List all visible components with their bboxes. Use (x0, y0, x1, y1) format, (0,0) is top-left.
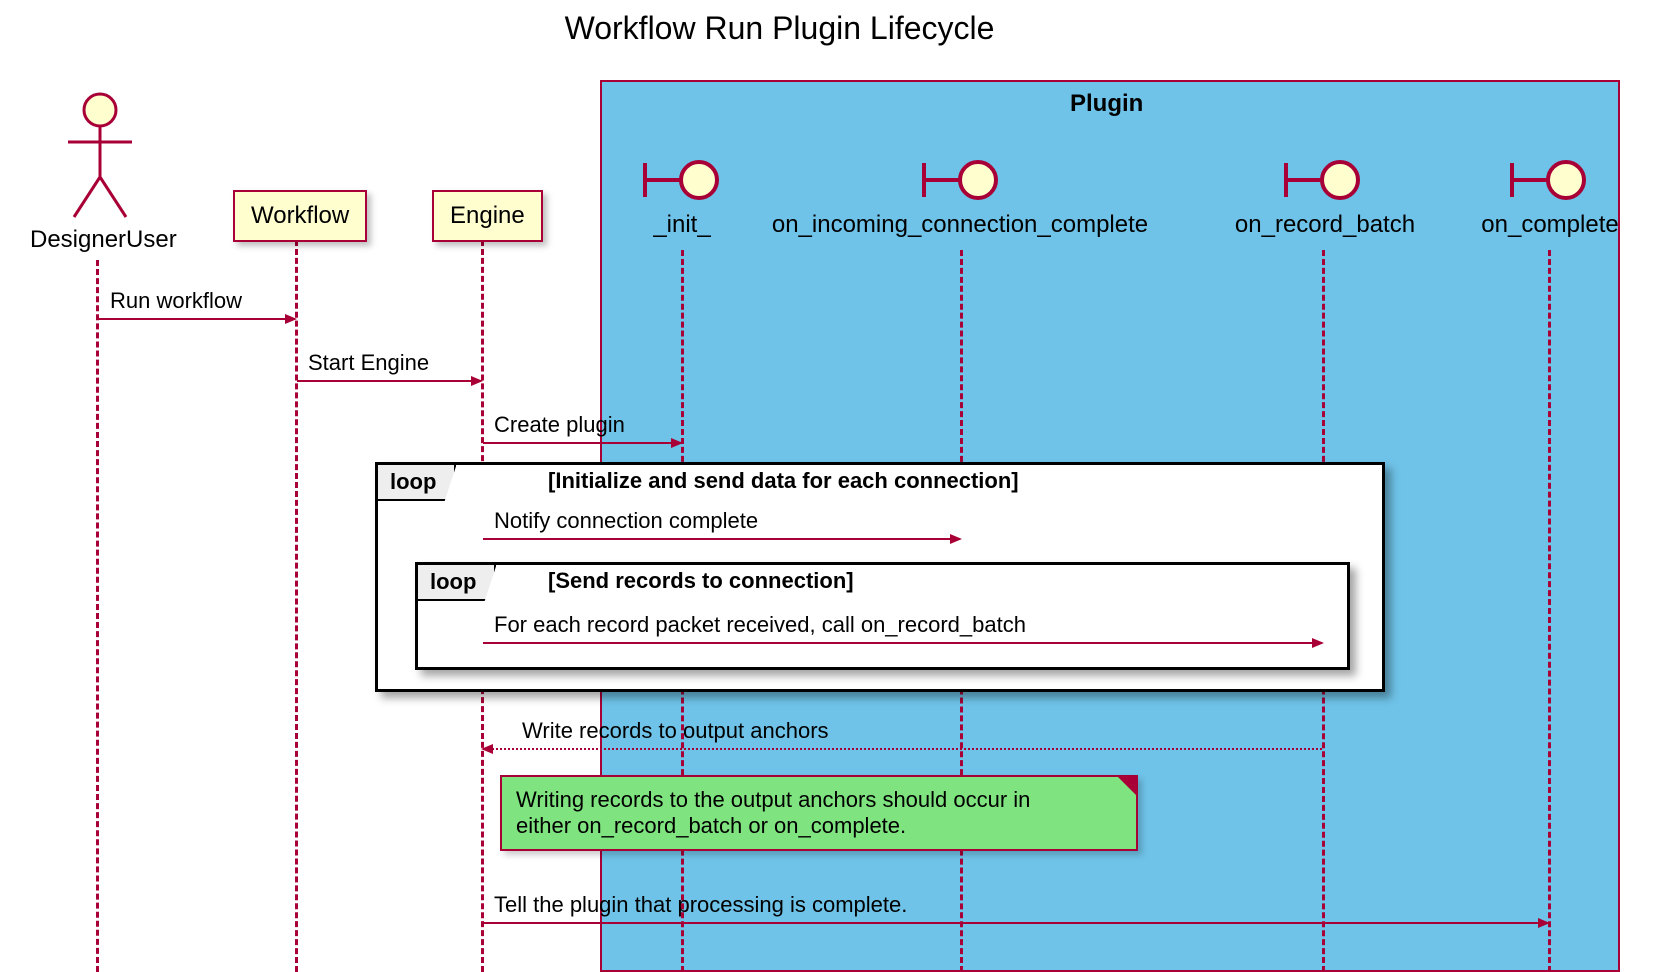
loop-outer-cond: [Initialize and send data for each conne… (548, 468, 1019, 494)
boundary-label: _init_ (635, 211, 729, 239)
note-write-records: Writing records to the output anchors sh… (500, 775, 1138, 851)
lifeline-complete (1548, 250, 1551, 972)
actor-icon (60, 92, 140, 222)
msg-tell-complete-arrow (483, 922, 1548, 924)
msg-write-records-label: Write records to output anchors (522, 718, 829, 744)
participant-engine: Engine (432, 190, 543, 242)
participant-workflow: Workflow (233, 190, 367, 242)
boundary-label: on_complete (1470, 211, 1630, 239)
diagram-title: Workflow Run Plugin Lifecycle (0, 10, 1559, 47)
msg-start-engine-arrow (297, 380, 481, 382)
actor-designer-user: DesignerUser (30, 92, 170, 254)
msg-each-packet-arrow (483, 642, 1322, 644)
boundary-label: on_record_batch (1220, 211, 1430, 239)
note-line1: Writing records to the output anchors sh… (516, 787, 1122, 813)
actor-label: DesignerUser (30, 226, 170, 254)
boundary-icon (639, 155, 725, 205)
msg-notify-conn-label: Notify connection complete (494, 508, 758, 534)
msg-start-engine-label: Start Engine (308, 350, 429, 376)
msg-notify-conn-arrow (483, 538, 960, 540)
note-dogear-icon (1118, 777, 1136, 795)
msg-run-workflow-label: Run workflow (110, 288, 242, 314)
loop-inner-cond: [Send records to connection] (548, 568, 854, 594)
boundary-icon (918, 155, 1004, 205)
diagram-canvas: Workflow Run Plugin Lifecycle Plugin Des… (0, 0, 1679, 972)
boundary-complete: on_complete (1470, 155, 1630, 239)
plugin-group-title: Plugin (1070, 90, 1143, 118)
lifeline-actor (96, 260, 99, 972)
boundary-icon (1280, 155, 1366, 205)
boundary-icon (1506, 155, 1592, 205)
msg-each-packet-label: For each record packet received, call on… (494, 612, 1026, 638)
boundary-init: _init_ (635, 155, 729, 239)
lifeline-workflow (295, 240, 298, 972)
loop-outer-tab: loop (378, 465, 456, 501)
msg-run-workflow-arrow (98, 318, 295, 320)
boundary-incoming: on_incoming_connection_complete (740, 155, 1180, 239)
msg-create-plugin-label: Create plugin (494, 412, 625, 438)
boundary-recordbatch: on_record_batch (1220, 155, 1430, 239)
boundary-label: on_incoming_connection_complete (740, 211, 1180, 239)
msg-write-records-arrow (483, 748, 1322, 750)
loop-inner-tab: loop (418, 565, 496, 601)
msg-tell-complete-label: Tell the plugin that processing is compl… (494, 892, 907, 918)
msg-create-plugin-arrow (483, 442, 681, 444)
note-line2: either on_record_batch or on_complete. (516, 813, 1122, 839)
